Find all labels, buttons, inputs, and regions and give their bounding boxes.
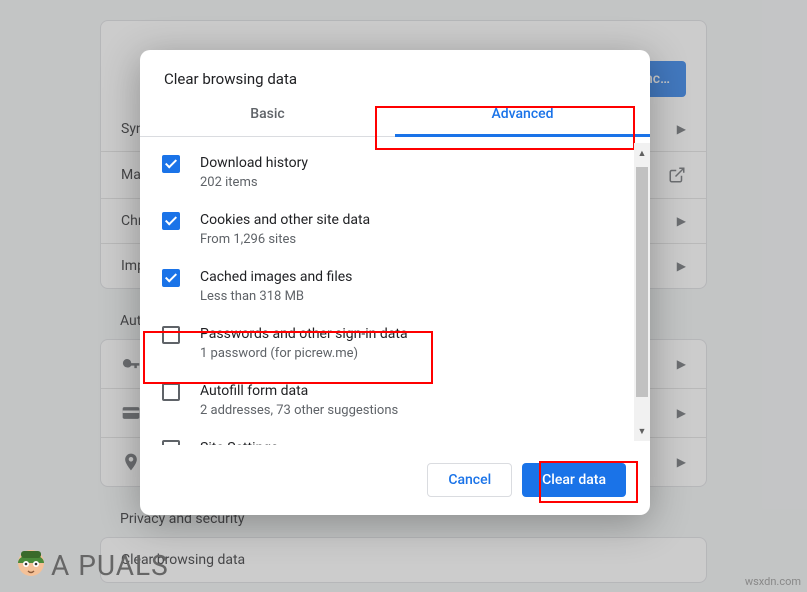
option-sublabel: 2 addresses, 73 other suggestions bbox=[200, 402, 398, 420]
option-label: Passwords and other sign-in data bbox=[200, 324, 408, 344]
option-label: Site Settings bbox=[200, 438, 278, 445]
option-label: Download history bbox=[200, 153, 308, 173]
clear-browsing-data-dialog: Clear browsing data Basic Advanced Downl… bbox=[140, 50, 650, 515]
dialog-tabs: Basic Advanced bbox=[140, 106, 650, 137]
option-label: Cookies and other site data bbox=[200, 210, 370, 230]
scrollbar-up-arrow[interactable]: ▲ bbox=[634, 145, 650, 161]
option-autofill-form-data[interactable]: Autofill form data 2 addresses, 73 other… bbox=[162, 375, 642, 432]
watermark-text: wsxdn.com bbox=[745, 575, 801, 588]
tab-advanced[interactable]: Advanced bbox=[395, 106, 650, 136]
logo-text: A PUALS bbox=[51, 549, 169, 582]
checkbox-autofill[interactable] bbox=[162, 383, 180, 401]
option-cookies[interactable]: Cookies and other site data From 1,296 s… bbox=[162, 204, 642, 261]
option-site-settings[interactable]: Site Settings 11 sites bbox=[162, 432, 642, 445]
option-sublabel: 202 items bbox=[200, 174, 308, 192]
scrollbar[interactable]: ▲ ▼ bbox=[634, 143, 650, 441]
checkbox-passwords[interactable] bbox=[162, 326, 180, 344]
option-sublabel: Less than 318 MB bbox=[200, 288, 352, 306]
options-list: Download history 202 items Cookies and o… bbox=[140, 137, 650, 445]
dialog-footer: Cancel Clear data bbox=[140, 445, 650, 515]
clear-data-button[interactable]: Clear data bbox=[522, 463, 626, 497]
option-label: Autofill form data bbox=[200, 381, 398, 401]
scrollbar-thumb[interactable] bbox=[636, 167, 648, 397]
appuals-logo: A PUALS bbox=[8, 542, 169, 588]
cancel-button[interactable]: Cancel bbox=[427, 463, 512, 497]
options-scroll-area: Download history 202 items Cookies and o… bbox=[140, 137, 650, 445]
mascot-icon bbox=[8, 542, 54, 588]
option-sublabel: 1 password (for picrew.me) bbox=[200, 345, 408, 363]
option-download-history[interactable]: Download history 202 items bbox=[162, 147, 642, 204]
option-cached-images[interactable]: Cached images and files Less than 318 MB bbox=[162, 261, 642, 318]
checkbox-download-history[interactable] bbox=[162, 155, 180, 173]
option-sublabel: From 1,296 sites bbox=[200, 231, 370, 249]
dialog-title: Clear browsing data bbox=[140, 50, 650, 106]
scrollbar-down-arrow[interactable]: ▼ bbox=[634, 423, 650, 439]
checkbox-cached-images[interactable] bbox=[162, 269, 180, 287]
option-passwords[interactable]: Passwords and other sign-in data 1 passw… bbox=[162, 318, 642, 375]
checkbox-cookies[interactable] bbox=[162, 212, 180, 230]
tab-basic[interactable]: Basic bbox=[140, 106, 395, 136]
option-label: Cached images and files bbox=[200, 267, 352, 287]
